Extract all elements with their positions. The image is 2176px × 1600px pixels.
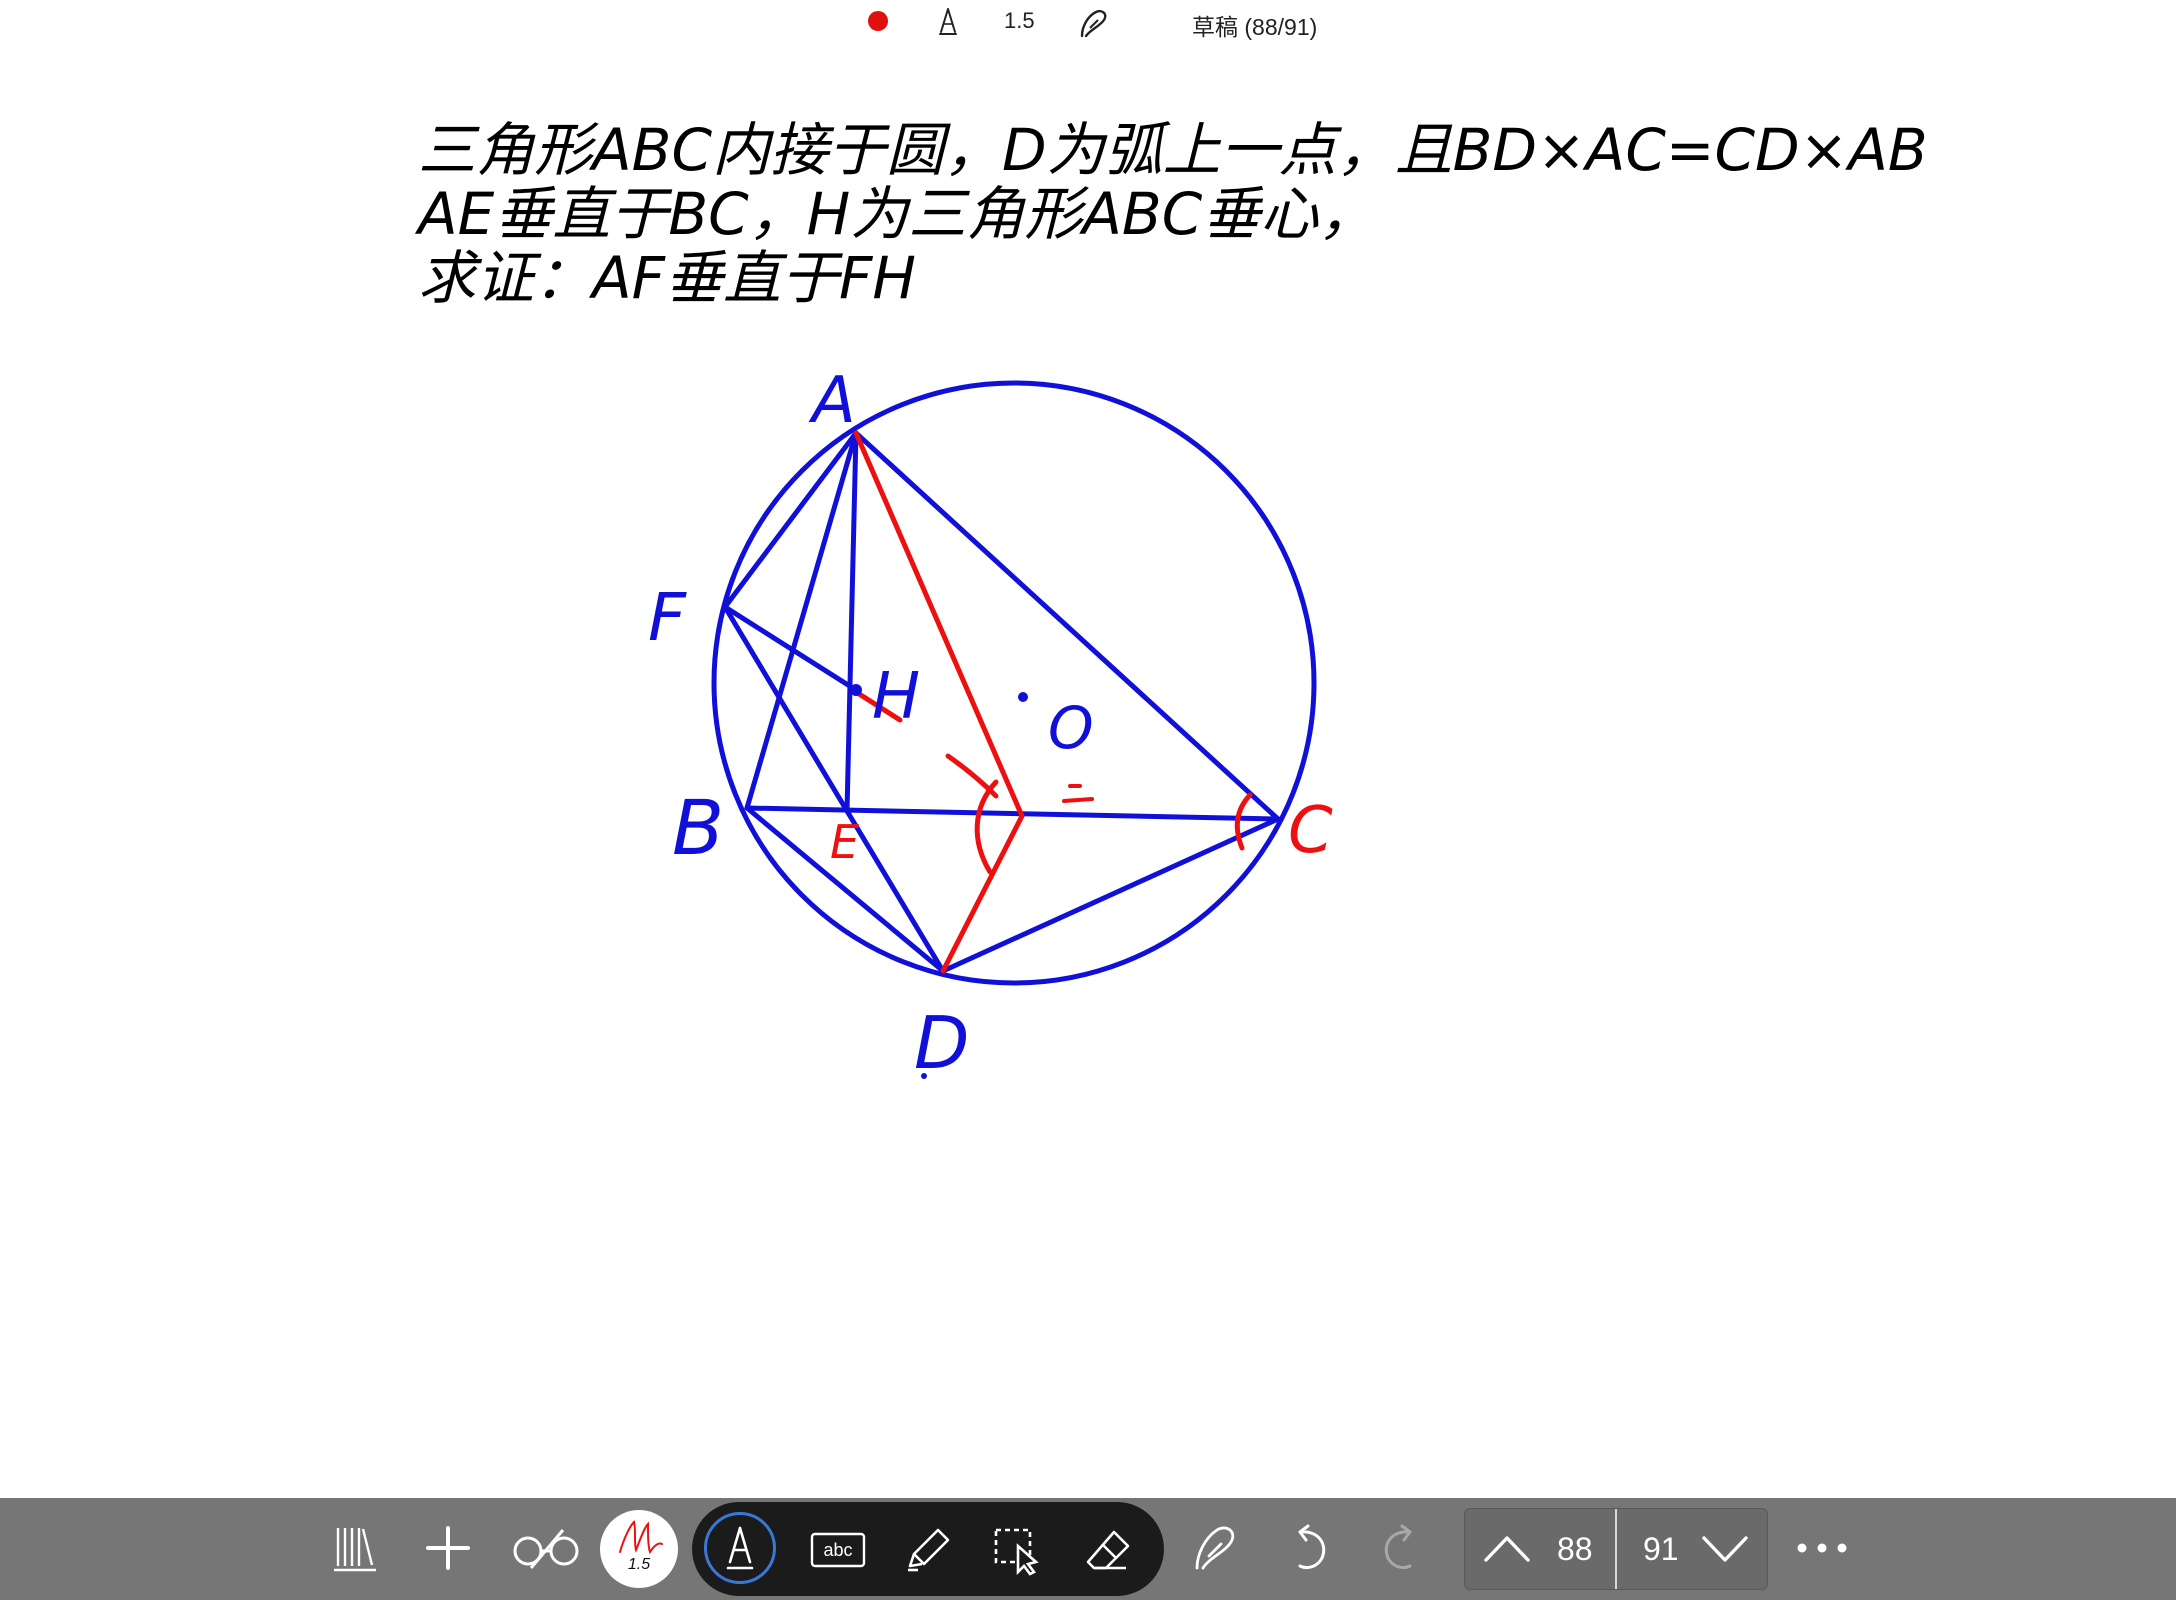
- undo-icon: [1298, 1524, 1326, 1570]
- add-icon: [426, 1526, 470, 1570]
- segment-af: [722, 430, 859, 610]
- page-down-icon: [1702, 1536, 1748, 1562]
- pen-preview-size: 1.5: [627, 1556, 651, 1573]
- segment-bc-to-d: [940, 813, 1025, 974]
- circumcircle: [711, 380, 1317, 986]
- drawing-tools-group: abc: [692, 1502, 1164, 1596]
- redo-icon: [1384, 1524, 1412, 1570]
- segment-ab: [744, 430, 859, 811]
- shape-pen-icon: [1195, 1526, 1235, 1570]
- label-f: F: [648, 579, 687, 656]
- lasso-select-icon: [994, 1528, 1039, 1576]
- undo-button[interactable]: [1272, 1512, 1344, 1584]
- segment-fh: [722, 604, 859, 693]
- label-o: O: [1048, 694, 1094, 762]
- point-o: [1018, 692, 1028, 702]
- highlighter-icon: [908, 1528, 950, 1572]
- text-box-icon: abc: [810, 1532, 866, 1568]
- point-h: [850, 684, 862, 696]
- library-icon: [334, 1528, 376, 1572]
- eraser-icon: [1086, 1530, 1130, 1570]
- equal-mark: [1062, 784, 1094, 803]
- library-button[interactable]: [320, 1512, 392, 1584]
- page-down-button[interactable]: [1691, 1515, 1759, 1583]
- label-a: A: [808, 364, 856, 438]
- pen-preview-icon: [619, 1520, 663, 1555]
- label-e: E: [830, 815, 859, 869]
- page-navigator: 88 91: [1464, 1508, 1768, 1590]
- note-app-window: 1.5 草稿 (88/91) 三角形ABC内接于圆，D为弧上一点，且BD×AC=…: [0, 0, 2176, 1600]
- svg-text:abc: abc: [823, 1540, 852, 1560]
- label-b: B: [672, 783, 724, 872]
- current-page-number: 88: [1557, 1531, 1593, 1567]
- more-icon: [1797, 1543, 1847, 1553]
- bottom-toolbar: 1.5 abc 88 91: [0, 1498, 2176, 1600]
- eraser-button[interactable]: [1072, 1514, 1144, 1586]
- total-pages-number: 91: [1643, 1531, 1679, 1567]
- add-button[interactable]: [412, 1512, 484, 1584]
- segment-a-to-bc: [853, 430, 1025, 819]
- page-up-button[interactable]: [1473, 1515, 1541, 1583]
- lasso-select-button[interactable]: [982, 1514, 1054, 1586]
- page-up-icon: [1484, 1536, 1530, 1562]
- segment-ae: [844, 430, 859, 814]
- segment-fe: [722, 604, 850, 814]
- label-c: C: [1288, 794, 1333, 868]
- label-d: D: [914, 1001, 969, 1085]
- label-h: H: [872, 660, 920, 734]
- segment-ed: [844, 808, 946, 974]
- angle-mark-c: [1234, 792, 1253, 851]
- highlighter-button[interactable]: [892, 1514, 964, 1586]
- pen-tool-button[interactable]: [704, 1512, 776, 1584]
- geometry-diagram: A F H O B E C D: [648, 364, 1333, 1085]
- page-divider: [1615, 1509, 1617, 1589]
- read-mode-button[interactable]: [510, 1512, 582, 1584]
- shape-pen-button[interactable]: [1180, 1512, 1252, 1584]
- segment-bc: [744, 805, 1281, 822]
- pen-icon: [726, 1526, 754, 1570]
- more-button[interactable]: [1786, 1512, 1858, 1584]
- glasses-icon: [513, 1529, 579, 1569]
- redo-button[interactable]: [1366, 1512, 1438, 1584]
- pen-preview-button[interactable]: 1.5: [600, 1510, 678, 1588]
- text-tool-button[interactable]: abc: [802, 1514, 874, 1586]
